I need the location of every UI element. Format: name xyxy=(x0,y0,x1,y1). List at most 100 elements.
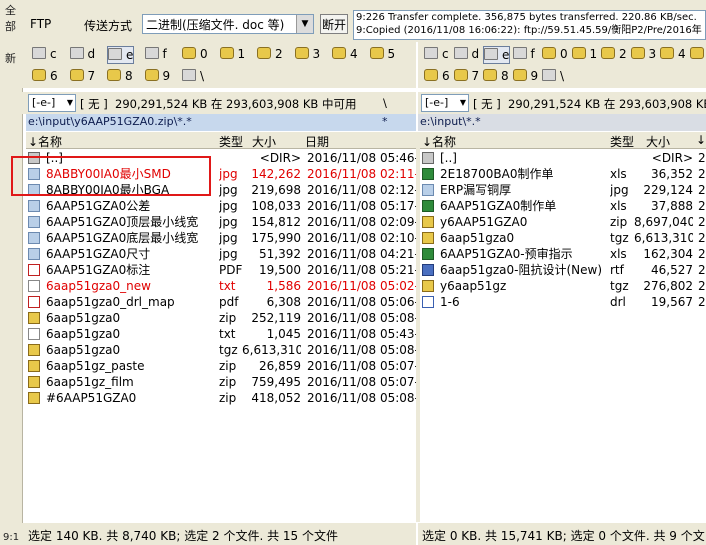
drive-icon xyxy=(424,47,438,59)
left-status-bar: 选定 140 KB. 共 8,740 KB; 选定 2 个文件. 共 15 个文… xyxy=(22,523,416,545)
col-date-header[interactable]: 日期 xyxy=(305,133,329,150)
file-row[interactable]: 6aap51gz_film zip 759,495 2016/11/08 05:07- xyxy=(28,374,416,390)
drive-button-7[interactable]: 7 xyxy=(69,68,95,84)
file-name: 2E18700BA0制作单 xyxy=(440,167,554,181)
drive-button-network[interactable]: \ xyxy=(182,68,204,84)
file-row[interactable]: y6AAP51GZA0 zip 8,697,040 2 xyxy=(422,214,706,230)
file-row[interactable]: 1-6 drl 19,567 2 xyxy=(422,294,706,310)
left-file-list[interactable]: [..] <DIR> 2016/11/08 05:46- 8ABBY00IA0最小SM… xyxy=(26,149,416,522)
drive-button-2[interactable]: 2 xyxy=(601,46,627,62)
drive-select-value: [-e-] xyxy=(32,96,56,109)
drive-button-3[interactable]: 3 xyxy=(630,46,656,62)
drive-button-network[interactable]: \ xyxy=(542,68,564,84)
chevron-down-icon: ▼ xyxy=(459,98,466,107)
file-row[interactable]: 2E18700BA0制作单 xls 36,352 2 xyxy=(422,166,706,182)
col-size-header[interactable]: 大小 xyxy=(646,133,670,150)
file-row[interactable]: 6aap51gza0 zip 252,119 2016/11/08 05:08- xyxy=(28,310,416,326)
drive-button-6[interactable]: 6 xyxy=(424,68,450,84)
drive-button-7[interactable]: 7 xyxy=(453,68,479,84)
drive-label: 4 xyxy=(350,47,358,61)
file-size: 229,124 xyxy=(643,183,693,197)
drive-button-e[interactable]: e xyxy=(107,46,135,64)
file-name: 6AAP51GZA0底层最小线宽 xyxy=(46,231,199,245)
left-drive-select[interactable]: [-e-] ▼ xyxy=(28,94,76,112)
file-row[interactable]: 6aap51gza0 txt 1,045 2016/11/08 05:43- xyxy=(28,326,416,342)
col-type-header[interactable]: 类型 xyxy=(610,133,634,150)
transfer-mode-select[interactable]: 二进制(压缩文件. doc 等) ▼ xyxy=(142,14,314,34)
drive-button-8[interactable]: 8 xyxy=(107,68,133,84)
disconnect-button[interactable]: 断开 xyxy=(320,14,348,34)
drive-button-e[interactable]: e xyxy=(483,46,511,64)
file-row[interactable]: 6aap51gza0_new txt 1,586 2016/11/08 05:02- xyxy=(28,278,416,294)
drive-button-9[interactable]: 9 xyxy=(512,68,538,84)
file-row[interactable]: 6aap51gz_paste zip 26,859 2016/11/08 05:07- xyxy=(28,358,416,374)
right-file-list[interactable]: [..] <DIR> 2 2E18700BA0制作单 xls 36,352 2 ERP漏写铜厚… xyxy=(420,149,706,522)
file-name: 6AAP51GZA0公差 xyxy=(46,199,151,213)
drive-button-d[interactable]: d xyxy=(453,46,479,62)
right-status-bar: 选定 0 KB. 共 15,741 KB; 选定 0 个文件. 共 9 个文 xyxy=(418,523,706,545)
file-name: 6aap51gz_film xyxy=(46,375,134,389)
file-row[interactable]: ERP漏写铜厚 jpg 229,124 2 xyxy=(422,182,706,198)
right-path-bar[interactable]: e:\input\*.* xyxy=(418,114,706,131)
drive-icon xyxy=(453,47,468,59)
drive-button-0[interactable]: 0 xyxy=(542,46,568,62)
drive-button-3[interactable]: 3 xyxy=(294,46,320,62)
drive-button-1[interactable]: 1 xyxy=(571,46,597,62)
right-drive-select[interactable]: [-e-] ▼ xyxy=(421,94,469,112)
drive-icon xyxy=(369,47,384,59)
file-row[interactable]: #6AAP51GZA0 zip 418,052 2016/11/08 05:08- xyxy=(28,390,416,406)
drive-button-f[interactable]: f xyxy=(144,46,167,62)
right-drive-bar: c d e f 0 1 2 3 45 6 7 8 9 \ xyxy=(418,42,706,88)
right-status-text: 选定 0 KB. 共 15,741 KB; 选定 0 个文件. 共 9 个文 xyxy=(422,529,705,543)
drive-button-9[interactable]: 9 xyxy=(144,68,170,84)
drive-button-8[interactable]: 8 xyxy=(483,68,509,84)
right-volume-label: [ 无 ] xyxy=(473,97,501,111)
root-dir-button[interactable]: \ xyxy=(383,96,387,110)
file-row[interactable]: 6aap51gza0 tgz 6,613,310 2 xyxy=(422,230,706,246)
drive-button-4[interactable]: 4 xyxy=(332,46,358,62)
drive-button-1[interactable]: 1 xyxy=(219,46,246,62)
file-date: 2016/11/08 05:08- xyxy=(307,311,416,325)
col-type-header[interactable]: 类型 xyxy=(219,133,243,150)
file-row[interactable]: 6AAP51GZA0底层最小线宽 jpg 175,990 2016/11/08 02:… xyxy=(28,230,416,246)
left-path-bar[interactable]: e:\input\y6AAP51GZA0.zip\*.* * xyxy=(26,114,416,131)
file-row[interactable]: 6AAP51GZA0制作单 xls 37,888 2 xyxy=(422,198,706,214)
drive-button-5[interactable]: 5 xyxy=(689,46,706,62)
drive-button-c[interactable]: c xyxy=(424,46,449,62)
file-row[interactable]: 6AAP51GZA0尺寸 jpg 51,392 2016/11/08 04:21- xyxy=(28,246,416,262)
drive-button-0[interactable]: 0 xyxy=(182,46,208,62)
drive-icon xyxy=(144,69,159,81)
col-date-header[interactable]: ↓ xyxy=(696,133,706,147)
file-date: 2016/11/08 02:11- xyxy=(307,167,416,181)
file-name: 6AAP51GZA0顶层最小线宽 xyxy=(46,215,199,229)
file-row[interactable]: 6AAP51GZA0顶层最小线宽 jpg 154,812 2016/11/08 02:… xyxy=(28,214,416,230)
drive-button-f[interactable]: f xyxy=(512,46,535,62)
col-size-header[interactable]: 大小 xyxy=(252,133,276,150)
drive-button-5[interactable]: 5 xyxy=(369,46,395,62)
pdf-file-icon xyxy=(28,296,40,308)
pdf-file-icon xyxy=(28,264,40,276)
filter-star[interactable]: * xyxy=(382,115,388,128)
arc-file-icon xyxy=(28,344,40,356)
file-row[interactable]: y6aap51gz tgz 276,802 2 xyxy=(422,278,706,294)
drive-button-2[interactable]: 2 xyxy=(257,46,283,62)
ftp-log[interactable]: 9:226 Transfer complete. 356,875 bytes t… xyxy=(353,10,706,40)
drive-button-4[interactable]: 4 xyxy=(660,46,686,62)
file-date: 2016/11/08 05:46- xyxy=(307,151,416,165)
drive-button-d[interactable]: d xyxy=(69,46,95,62)
drive-label: 1 xyxy=(237,47,246,61)
drive-button-c[interactable]: c xyxy=(32,46,57,62)
file-row[interactable]: 6aap51gza0-阻抗设计(New) rtf 46,527 2 xyxy=(422,262,706,278)
file-row[interactable]: 6AAP51GZA0标注 PDF 19,500 2016/11/08 05:21- xyxy=(28,262,416,278)
col-name-header[interactable]: ↓名称 xyxy=(422,133,456,150)
drive-button-6[interactable]: 6 xyxy=(32,68,58,84)
file-date: 2 xyxy=(698,231,706,245)
xls-file-icon xyxy=(422,200,434,212)
file-row[interactable]: 6aap51gza0_drl_map pdf 6,308 2016/11/08 05:… xyxy=(28,294,416,310)
col-name-header[interactable]: ↓名称 xyxy=(28,133,62,150)
file-row[interactable]: 6aap51gza0 tgz 6,613,310 2016/11/08 05:08- xyxy=(28,342,416,358)
file-row[interactable]: 6AAP51GZA0公差 jpg 108,033 2016/11/08 05:17- xyxy=(28,198,416,214)
file-row[interactable]: [..] <DIR> 2 xyxy=(422,150,706,166)
file-row[interactable]: 6AAP51GZA0-预审指示 xls 162,304 2 xyxy=(422,246,706,262)
drive-label: 6 xyxy=(50,69,58,83)
